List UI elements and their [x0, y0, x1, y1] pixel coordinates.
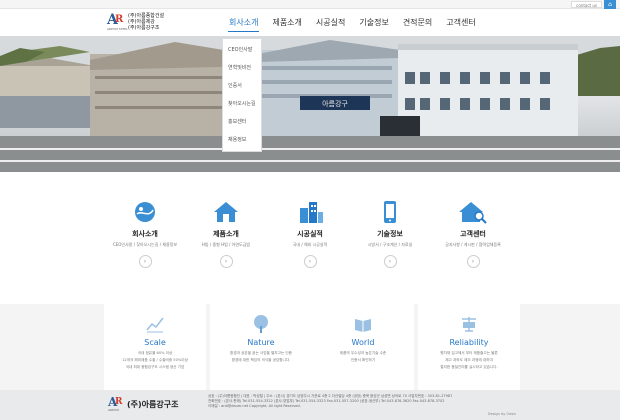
book-icon	[353, 314, 373, 334]
value-card-reliability: Reliability 원자재 입고에서 부터 제품출고는 물론 제고 과하도 …	[418, 304, 520, 390]
header: A R AREUM STEEL (주)아름종합건설 (주)아름제강 (주)아름강…	[0, 9, 620, 36]
tree-icon	[251, 314, 271, 334]
nav-quote-inquiry[interactable]: 견적문의	[396, 9, 439, 36]
quick-go-button[interactable]: ›	[466, 255, 480, 268]
nav-customer-center[interactable]: 고객센터	[439, 9, 482, 36]
quick-item-construction[interactable]: 시공실적 국내 / 해외 시공실적 ›	[275, 200, 345, 268]
dropdown-item-directions[interactable]: 찾아오시는길	[223, 95, 261, 113]
scale-icon	[459, 314, 479, 334]
quick-menu: 회사소개 CEO인사말 / 찾아오시는길 / 채용정보 › 제품소개 H빔 / …	[0, 200, 620, 280]
dropdown-item-recruitment[interactable]: 채용정보	[223, 131, 261, 149]
footer-design-credit: Design by Oasis	[487, 412, 516, 416]
nav-company-intro[interactable]: 회사소개	[222, 9, 265, 36]
quick-go-button[interactable]: ›	[303, 255, 317, 268]
graph-icon	[145, 314, 165, 334]
dropdown-item-certificates[interactable]: 인증서	[223, 77, 261, 95]
value-card-nature: Nature 환경과 공존을 꿈는 사업을 펼치고는 인증 환경에 대한 책임의…	[210, 304, 312, 390]
dropdown-item-ceo-greeting[interactable]: CEO인사말	[223, 41, 261, 59]
logo-company-names: (주)아름종합건설 (주)아름제강 (주)아름강구조	[128, 13, 165, 31]
company-intro-dropdown: CEO인사말 연혁및비전 인증서 찾아오시는길 홍보센터 채용정보	[222, 38, 262, 152]
dropdown-item-pr-center[interactable]: 홍보센터	[223, 113, 261, 131]
home-icon[interactable]: ⌂	[604, 0, 616, 9]
quick-item-tech-info[interactable]: 기술정보 시방서 / 구조계산 / 자료실 ›	[355, 200, 425, 268]
top-bar: contact us ⌂	[0, 0, 620, 9]
logo[interactable]: A R AREUM STEEL (주)아름종합건설 (주)아름제강 (주)아름강…	[107, 13, 164, 31]
quick-item-company[interactable]: 회사소개 CEO인사말 / 찾아오시는길 / 채용정보 ›	[110, 200, 180, 268]
value-card-scale: Scale 국내 점유율 60% 이상 12개국 해외제품 수출 / 수출비중 …	[104, 304, 206, 390]
footer-logo-mark: A R AREUM	[108, 395, 123, 412]
quick-item-customer-center[interactable]: 고객센터 공지사항 / 게시판 / 협력업체등록 ›	[438, 200, 508, 268]
footer-logo: A R AREUM (주)아름강구조	[108, 395, 179, 412]
factory-photo: 아름강구	[0, 36, 620, 172]
house-search-icon	[459, 200, 487, 224]
footer: A R AREUM (주)아름강구조 상호 : (주)아름종합건 | 대표 : …	[0, 390, 620, 420]
nav-products[interactable]: 제품소개	[265, 9, 308, 36]
house-icon	[212, 200, 240, 224]
quick-go-button[interactable]: ›	[219, 255, 233, 268]
main-nav: 회사소개 제품소개 시공실적 기술정보 견적문의 고객센터	[222, 9, 483, 36]
globe-icon	[131, 200, 159, 224]
nav-construction-results[interactable]: 시공실적	[309, 9, 352, 36]
logo-mark: A R AREUM STEEL	[107, 12, 128, 31]
nav-tech-info[interactable]: 기술정보	[352, 9, 395, 36]
buildings-icon	[296, 200, 324, 224]
hero-banner-image: 아름강구	[0, 36, 620, 172]
dropdown-item-history-vision[interactable]: 연혁및비전	[223, 59, 261, 77]
hero-sign-text: 아름강구	[322, 99, 348, 108]
value-card-world: World 제품의 우수성과 높은기술 수준 인증서 확인하기	[312, 304, 414, 390]
company-values-section: Scale 국내 점유율 60% 이상 12개국 해외제품 수출 / 수출비중 …	[0, 304, 620, 390]
phone-icon	[376, 200, 404, 224]
quick-go-button[interactable]: ›	[383, 255, 397, 268]
quick-go-button[interactable]: ›	[138, 255, 152, 268]
contact-us-link[interactable]: contact us	[571, 1, 602, 8]
quick-item-products[interactable]: 제품소개 H빔 / 중형 H빔 / 아연도금빔 ›	[191, 200, 261, 268]
footer-company-info: 상호 : (주)아름종합건 | 대표 : 박성철 | 주소 : (본사) 경기도…	[208, 394, 453, 408]
